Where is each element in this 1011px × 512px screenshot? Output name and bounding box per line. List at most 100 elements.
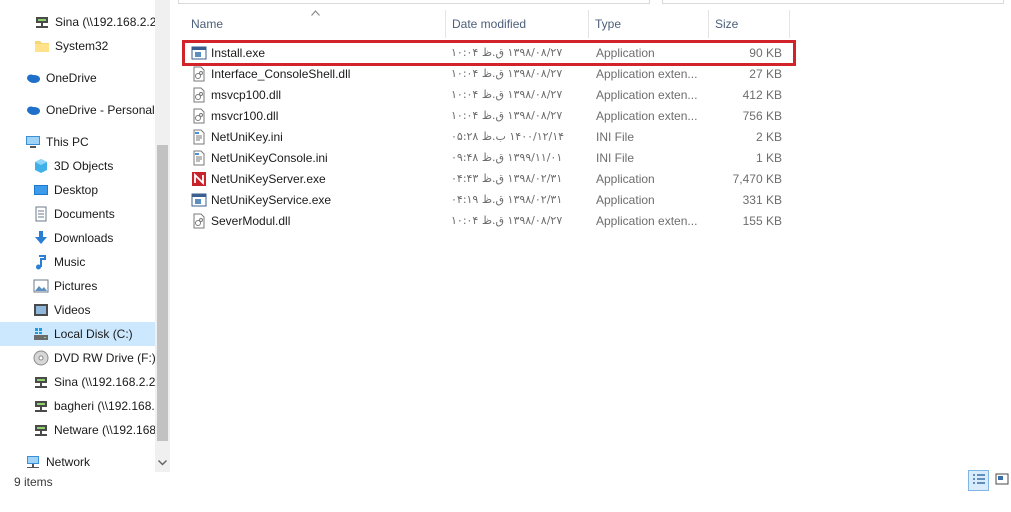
file-name: NetUniKeyService.exe [211, 192, 332, 207]
nav-item-dvd-drive[interactable]: DVD RW Drive (F:) S [0, 346, 155, 370]
file-size: 155 KB [742, 213, 782, 228]
file-row-msvcp100-dll[interactable]: msvcp100.dll ۱۳۹۸/۰۸/۲۷ ق.ظ ۱۰:۰۴ Applic… [183, 84, 790, 105]
file-size: 1 KB [755, 150, 782, 165]
file-row-netunikeyconsole-ini[interactable]: NetUniKeyConsole.ini ۱۳۹۹/۱۱/۰۱ ق.ظ ۰۹:۴… [183, 147, 790, 168]
nav-item-label: Music [54, 255, 86, 269]
nav-item-label: Sina (\\192.168.2.2\ [54, 375, 155, 389]
network-icon [25, 454, 41, 470]
file-size: 90 KB [749, 45, 782, 60]
nav-item-label: System32 [55, 39, 109, 53]
status-bar: 9 items [0, 472, 1011, 512]
file-type: Application [596, 45, 655, 60]
nav-scrollbar[interactable] [155, 0, 170, 472]
nav-item-3d-objects[interactable]: 3D Objects [0, 154, 155, 178]
nav-item-system32[interactable]: System32 [0, 34, 155, 58]
file-size: 412 KB [742, 87, 782, 102]
file-type: Application exten... [596, 213, 698, 228]
nav-item-label: OneDrive - Personal [46, 103, 155, 117]
file-name-cell: NetUniKey.ini [191, 126, 446, 147]
file-row-netunikeyservice-exe[interactable]: NetUniKeyService.exe ۱۳۹۸/۰۲/۳۱ ق.ظ ۰۴:۱… [183, 189, 790, 210]
onedrive-icon [25, 70, 41, 86]
column-header-type[interactable]: Type [589, 10, 708, 38]
server-exe-icon [191, 171, 207, 187]
nav-item-local-disk-c[interactable]: Local Disk (C:) [0, 322, 155, 346]
nav-item-music[interactable]: Music [0, 250, 155, 274]
file-date: ۱۳۹۸/۰۲/۳۱ ق.ظ ۰۴:۱۹ [451, 193, 563, 206]
nav-item-label: Netware (\\192.168 [54, 423, 155, 437]
file-type: Application exten... [596, 66, 698, 81]
nav-item-sina-1[interactable]: Sina (\\192.168.2.2\ [0, 10, 155, 34]
file-type: Application [596, 192, 655, 207]
file-row-msvcr100-dll[interactable]: msvcr100.dll ۱۳۹۸/۰۸/۲۷ ق.ظ ۱۰:۰۴ Applic… [183, 105, 790, 126]
file-explorer-window: Sina (\\192.168.2.2\ System32 OneDrive O… [0, 0, 1011, 512]
file-row-install-exe[interactable]: Install.exe ۱۳۹۸/۰۸/۲۷ ق.ظ ۱۰:۰۴ Applica… [183, 42, 790, 63]
nav-item-label: Local Disk (C:) [54, 327, 133, 341]
details-view-icon [972, 473, 986, 488]
file-date: ۱۳۹۸/۰۸/۲۷ ق.ظ ۱۰:۰۴ [451, 214, 563, 227]
file-type: Application exten... [596, 87, 698, 102]
nav-item-sina-2[interactable]: Sina (\\192.168.2.2\ [0, 370, 155, 394]
file-list: Name Date modified Type Size Install.exe… [175, 0, 1011, 472]
file-name: SeverModul.dll [211, 213, 291, 228]
file-size: 331 KB [742, 192, 782, 207]
column-divider[interactable] [789, 10, 790, 38]
file-row-netunikeyserver-exe[interactable]: NetUniKeyServer.exe ۱۳۹۸/۰۲/۳۱ ق.ظ ۰۴:۴۳… [183, 168, 790, 189]
file-name-cell: Install.exe [191, 42, 446, 63]
nav-item-label: bagheri (\\192.168. [54, 399, 155, 413]
file-name-cell: NetUniKeyService.exe [191, 189, 446, 210]
item-count: 9 items [14, 475, 53, 489]
file-size: 7,470 KB [732, 171, 782, 186]
nav-item-label: DVD RW Drive (F:) S [54, 351, 155, 365]
exe-icon [191, 192, 207, 208]
dll-icon [191, 66, 207, 82]
large-icons-view-button[interactable] [991, 470, 1011, 491]
file-name-cell: msvcp100.dll [191, 84, 446, 105]
nav-item-desktop[interactable]: Desktop [0, 178, 155, 202]
file-row-netunikey-ini[interactable]: NetUniKey.ini ۱۴۰۰/۱۲/۱۴ ب.ظ ۰۵:۲۸ INI F… [183, 126, 790, 147]
nav-item-downloads[interactable]: Downloads [0, 226, 155, 250]
dvd-drive-icon [33, 350, 49, 366]
file-name-cell: Interface_ConsoleShell.dll [191, 63, 446, 84]
downloads-icon [33, 230, 49, 246]
column-header-date[interactable]: Date modified [446, 10, 588, 38]
nav-item-onedrive-personal[interactable]: OneDrive - Personal [0, 98, 155, 122]
file-name: NetUniKeyServer.exe [211, 171, 326, 186]
nav-item-bagheri[interactable]: bagheri (\\192.168. [0, 394, 155, 418]
network-drive-icon [33, 422, 49, 438]
nav-item-network[interactable]: Network [0, 450, 155, 472]
desktop-icon [33, 182, 49, 198]
file-type: INI File [596, 150, 635, 165]
music-icon [33, 254, 49, 270]
file-row-interface-consoleshell-dll[interactable]: Interface_ConsoleShell.dll ۱۳۹۸/۰۸/۲۷ ق.… [183, 63, 790, 84]
nav-item-pictures[interactable]: Pictures [0, 274, 155, 298]
file-name: msvcp100.dll [211, 87, 282, 102]
nav-item-videos[interactable]: Videos [0, 298, 155, 322]
column-header-size[interactable]: Size [709, 10, 789, 38]
scroll-down-icon[interactable] [155, 455, 170, 470]
nav-item-label: Pictures [54, 279, 98, 293]
nav-item-label: Documents [54, 207, 115, 221]
file-row-severmodul-dll[interactable]: SeverModul.dll ۱۳۹۸/۰۸/۲۷ ق.ظ ۱۰:۰۴ Appl… [183, 210, 790, 231]
details-view-button[interactable] [968, 470, 989, 491]
nav-item-label: OneDrive [46, 71, 97, 85]
file-date: ۱۳۹۸/۰۸/۲۷ ق.ظ ۱۰:۰۴ [451, 46, 563, 59]
navigation-pane: Sina (\\192.168.2.2\ System32 OneDrive O… [0, 0, 170, 472]
column-header-name[interactable]: Name [185, 10, 443, 38]
scrollbar-thumb[interactable] [157, 145, 168, 441]
nav-item-label: Sina (\\192.168.2.2\ [55, 15, 155, 29]
file-name-cell: NetUniKeyServer.exe [191, 168, 446, 189]
network-drive-icon [34, 14, 50, 30]
nav-item-documents[interactable]: Documents [0, 202, 155, 226]
file-size: 756 KB [742, 108, 782, 123]
local-disk-icon [33, 326, 49, 342]
file-date: ۱۴۰۰/۱۲/۱۴ ب.ظ ۰۵:۲۸ [451, 130, 565, 143]
nav-item-netware[interactable]: Netware (\\192.168 [0, 418, 155, 442]
file-name: NetUniKeyConsole.ini [211, 150, 328, 165]
nav-item-this-pc[interactable]: This PC [0, 130, 155, 154]
large-icons-view-icon [995, 473, 1009, 488]
nav-item-onedrive[interactable]: OneDrive [0, 66, 155, 90]
nav-item-label: Videos [54, 303, 91, 317]
ini-icon [191, 129, 207, 145]
exe-icon [191, 45, 207, 61]
file-name: Interface_ConsoleShell.dll [211, 66, 351, 81]
